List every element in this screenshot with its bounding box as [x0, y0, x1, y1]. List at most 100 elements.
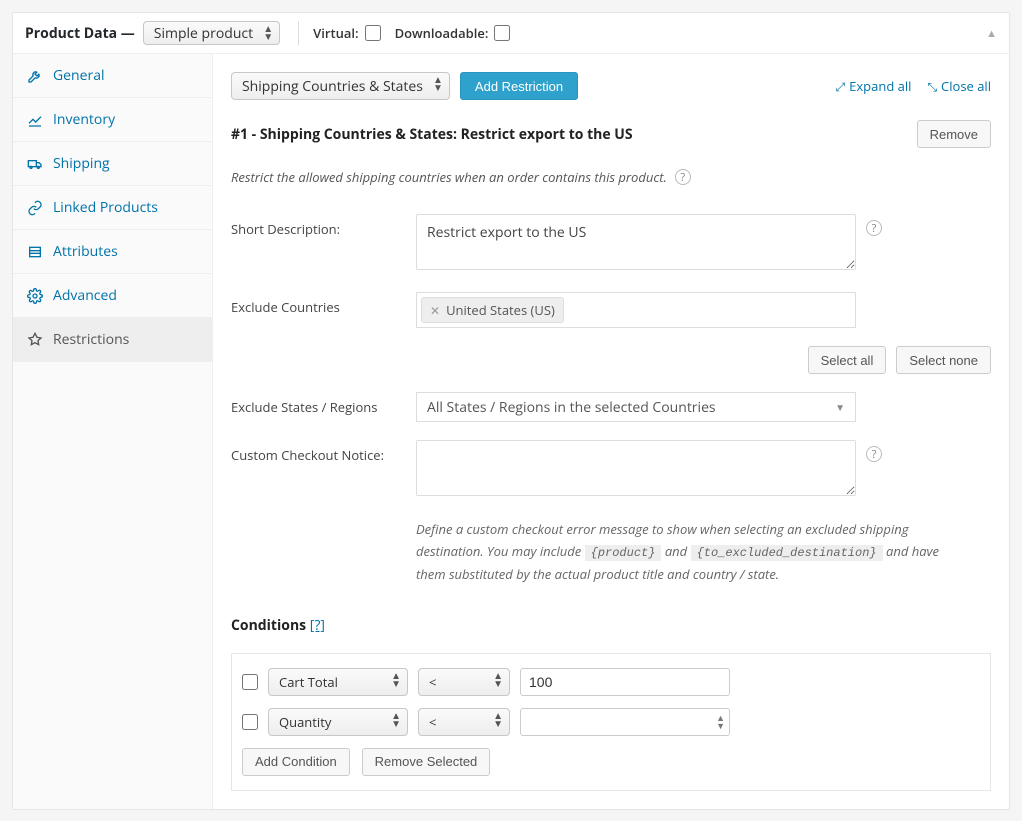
downloadable-label: Downloadable: [395, 24, 489, 42]
condition-row-1: Quantity ▲▼ < ▲▼ ▲▼ [242, 708, 980, 736]
restriction-title: #1 - Shipping Countries & States: Restri… [231, 125, 633, 144]
remove-restriction-button[interactable]: Remove [917, 120, 991, 148]
downloadable-checkbox[interactable] [494, 25, 510, 41]
stepper-icon[interactable]: ▲▼ [716, 714, 725, 730]
panel-title: Product Data — [25, 24, 135, 43]
tab-advanced[interactable]: Advanced [13, 274, 212, 318]
condition-row-0: Cart Total ▲▼ < ▲▼ [242, 668, 980, 696]
content-area: Shipping Countries & States ▲▼ Add Restr… [213, 54, 1009, 809]
condition-field-select[interactable]: Quantity ▲▼ [268, 708, 408, 736]
custom-notice-row: Custom Checkout Notice: ? [231, 440, 991, 500]
short-description-input[interactable]: Restrict export to the US [416, 214, 856, 270]
downloadable-checkbox-label[interactable]: Downloadable: [395, 24, 511, 42]
custom-notice-label: Custom Checkout Notice: [231, 440, 416, 464]
virtual-label: Virtual: [313, 24, 358, 42]
restriction-info: Restrict the allowed shipping countries … [231, 168, 991, 186]
toolbar-links: ⤢Expand all ⤡Close all [836, 77, 991, 95]
conditions-help-link[interactable]: [?] [310, 616, 325, 635]
conditions-label: Conditions [231, 616, 306, 635]
help-icon[interactable]: ? [675, 169, 691, 185]
tag-label: United States (US) [446, 301, 555, 319]
custom-notice-hint: Define a custom checkout error message t… [416, 518, 956, 586]
expand-all-link[interactable]: ⤢Expand all [836, 77, 912, 95]
select-all-button[interactable]: Select all [808, 346, 887, 374]
condition-op: < [429, 713, 436, 731]
updown-icon: ▲▼ [391, 671, 401, 687]
close-all-link[interactable]: ⤡Close all [927, 77, 991, 95]
virtual-checkbox-label[interactable]: Virtual: [313, 24, 380, 42]
country-select-actions: Select all Select none [416, 346, 991, 374]
custom-notice-input[interactable] [416, 440, 856, 496]
condition-op: < [429, 673, 436, 691]
exclude-states-label: Exclude States / Regions [231, 392, 416, 416]
tab-attributes[interactable]: Attributes [13, 230, 212, 274]
hint-and: and [665, 542, 691, 560]
gear-icon [27, 288, 43, 304]
collapse-icon: ⤡ [927, 78, 937, 95]
tab-label: Advanced [53, 286, 117, 305]
condition-op-select[interactable]: < ▲▼ [418, 668, 510, 696]
product-type-value: Simple product [154, 24, 253, 43]
product-type-select[interactable]: Simple product ▲▼ [143, 21, 280, 45]
exclude-countries-row: Exclude Countries ✕ United States (US) [231, 292, 991, 328]
exclude-states-value: All States / Regions in the selected Cou… [427, 398, 716, 417]
conditions-title: Conditions [?] [231, 616, 991, 635]
condition-field: Cart Total [279, 673, 338, 691]
short-description-label: Short Description: [231, 214, 416, 238]
conditions-box: Cart Total ▲▼ < ▲▼ Quantity ▲▼ [231, 653, 991, 791]
restriction-type-select[interactable]: Shipping Countries & States ▲▼ [231, 72, 450, 100]
select-none-button[interactable]: Select none [896, 346, 991, 374]
restriction-header: #1 - Shipping Countries & States: Restri… [231, 120, 991, 148]
exclude-states-row: Exclude States / Regions All States / Re… [231, 392, 991, 422]
condition-value-stepper[interactable]: ▲▼ [520, 708, 730, 736]
expand-all-label: Expand all [849, 77, 911, 95]
virtual-checkbox[interactable] [365, 25, 381, 41]
collapse-icon[interactable]: ▲ [986, 26, 997, 41]
condition-field: Quantity [279, 713, 331, 731]
condition-actions: Add Condition Remove Selected [242, 748, 980, 776]
tab-general[interactable]: General [13, 54, 212, 98]
chevron-down-icon: ▼ [835, 400, 845, 414]
exclude-states-select[interactable]: All States / Regions in the selected Cou… [416, 392, 856, 422]
condition-checkbox[interactable] [242, 714, 258, 730]
help-icon[interactable]: ? [866, 446, 882, 462]
condition-checkbox[interactable] [242, 674, 258, 690]
updown-icon: ▲▼ [493, 671, 503, 687]
tab-label: Linked Products [53, 198, 158, 217]
tab-linked-products[interactable]: Linked Products [13, 186, 212, 230]
tab-inventory[interactable]: Inventory [13, 98, 212, 142]
info-text: Restrict the allowed shipping countries … [231, 168, 667, 186]
condition-value-input[interactable] [520, 668, 730, 696]
updown-icon: ▲▼ [493, 711, 503, 727]
product-data-panel: Product Data — Simple product ▲▼ Virtual… [12, 12, 1010, 810]
updown-icon: ▲▼ [391, 711, 401, 727]
restriction-toolbar: Shipping Countries & States ▲▼ Add Restr… [231, 72, 991, 100]
tag-remove-icon[interactable]: ✕ [430, 302, 440, 319]
pin-icon [27, 332, 43, 348]
exclude-countries-input[interactable]: ✕ United States (US) [416, 292, 856, 328]
tab-label: Inventory [53, 110, 115, 129]
tabs-sidebar: General Inventory Shipping Linked Produc… [13, 54, 213, 809]
add-condition-button[interactable]: Add Condition [242, 748, 350, 776]
tab-shipping[interactable]: Shipping [13, 142, 212, 186]
tab-restrictions[interactable]: Restrictions [13, 318, 212, 362]
wrench-icon [27, 68, 43, 84]
updown-icon: ▲▼ [433, 75, 443, 91]
country-tag: ✕ United States (US) [421, 297, 564, 323]
add-restriction-button[interactable]: Add Restriction [460, 72, 578, 100]
condition-op-select[interactable]: < ▲▼ [418, 708, 510, 736]
link-icon [27, 200, 43, 216]
code-chip-destination: {to_excluded_destination} [691, 545, 883, 561]
tab-label: Attributes [53, 242, 118, 261]
close-all-label: Close all [941, 77, 991, 95]
expand-icon: ⤢ [836, 78, 846, 95]
panel-body: General Inventory Shipping Linked Produc… [13, 54, 1009, 809]
exclude-countries-label: Exclude Countries [231, 292, 416, 316]
help-icon[interactable]: ? [866, 220, 882, 236]
remove-selected-button[interactable]: Remove Selected [362, 748, 491, 776]
separator [298, 21, 299, 45]
tab-label: Restrictions [53, 330, 129, 349]
tab-label: Shipping [53, 154, 110, 173]
condition-field-select[interactable]: Cart Total ▲▼ [268, 668, 408, 696]
short-description-row: Short Description: Restrict export to th… [231, 214, 991, 274]
